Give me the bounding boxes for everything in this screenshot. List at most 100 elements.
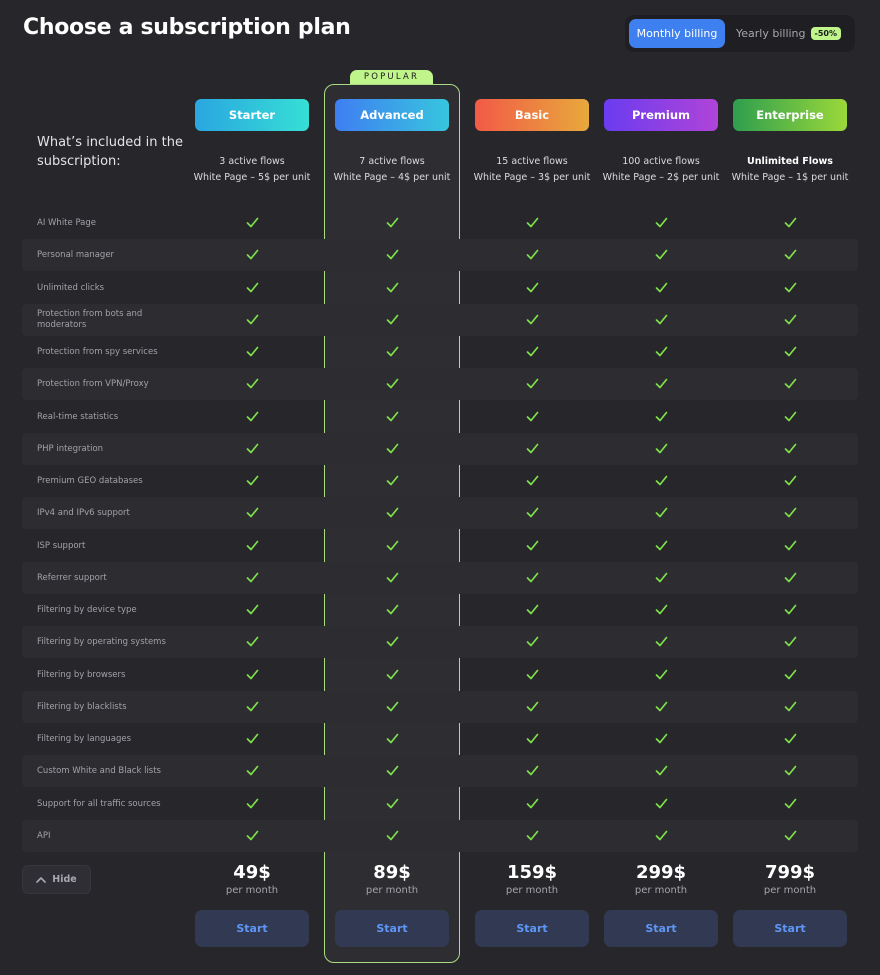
check-icon <box>655 733 668 744</box>
start-button-starter[interactable]: Start <box>195 910 309 947</box>
price-amount: 299$ <box>635 862 687 883</box>
check-icon <box>246 507 259 518</box>
check-icon <box>655 604 668 615</box>
feature-label: API <box>37 830 51 841</box>
feature-row: Premium GEO databases <box>22 465 858 497</box>
feature-label: Filtering by device type <box>37 604 137 615</box>
feature-label: Real-time statistics <box>37 411 119 422</box>
included-heading: What’s included in the subscription: <box>37 135 183 169</box>
feature-label: Filtering by browsers <box>37 669 126 680</box>
check-icon <box>784 604 797 615</box>
feature-row: Support for all traffic sources <box>22 788 858 820</box>
hide-button[interactable]: Hide <box>22 865 91 894</box>
feature-row: Protection from bots and moderators <box>22 304 858 336</box>
price-amount: 799$ <box>764 862 816 883</box>
check-icon <box>246 540 259 551</box>
feature-row: Unlimited clicks <box>22 272 858 304</box>
plan-white-page-price: White Page – 5$ per unit <box>193 172 311 183</box>
popular-badge: POPULAR <box>350 70 433 84</box>
check-icon <box>784 830 797 841</box>
plan-white-page-price: White Page – 1$ per unit <box>731 172 849 183</box>
feature-label: Support for all traffic sources <box>37 798 161 809</box>
feature-label: Filtering by languages <box>37 733 132 744</box>
plan-header-advanced: Advanced <box>335 99 449 131</box>
plan-header-basic: Basic <box>475 99 589 131</box>
feature-label: Filtering by operating systems <box>37 636 166 647</box>
check-icon <box>784 765 797 776</box>
plan-header-starter: Starter <box>195 99 309 131</box>
check-icon <box>526 701 539 712</box>
check-icon <box>246 346 259 357</box>
check-icon <box>526 314 539 325</box>
price-period: per month <box>634 885 688 896</box>
check-icon <box>526 378 539 389</box>
check-icon <box>784 733 797 744</box>
check-icon <box>386 249 399 260</box>
feature-label: AI White Page <box>37 217 97 228</box>
check-icon <box>246 572 259 583</box>
check-icon <box>526 217 539 228</box>
feature-label: Premium GEO databases <box>37 475 143 486</box>
plan-white-page-price: White Page – 2$ per unit <box>602 172 720 183</box>
check-icon <box>655 669 668 680</box>
check-icon <box>246 765 259 776</box>
check-icon <box>246 733 259 744</box>
check-icon <box>246 411 259 422</box>
feature-row: API <box>22 820 858 852</box>
check-icon <box>246 701 259 712</box>
plan-flows: Unlimited Flows <box>747 156 833 167</box>
check-icon <box>526 475 539 486</box>
check-icon <box>784 507 797 518</box>
plan-white-page-price: White Page – 4$ per unit <box>333 172 451 183</box>
check-icon <box>655 217 668 228</box>
feature-label: Protection from bots and moderators <box>37 309 143 330</box>
feature-label: Filtering by blacklists <box>37 701 127 712</box>
start-button-premium[interactable]: Start <box>604 910 718 947</box>
start-button-basic[interactable]: Start <box>475 910 589 947</box>
check-icon <box>386 378 399 389</box>
plan-description: Unlimited Flows White Page – 1$ per unit <box>720 154 860 186</box>
monthly-billing-button[interactable]: Monthly billing <box>629 19 725 48</box>
check-icon <box>784 798 797 809</box>
check-icon <box>784 636 797 647</box>
check-icon <box>386 475 399 486</box>
plan-flows: 3 active flows <box>219 156 285 167</box>
check-icon <box>526 411 539 422</box>
check-icon <box>246 217 259 228</box>
feature-row: Filtering by languages <box>22 723 858 755</box>
check-icon <box>246 314 259 325</box>
price-period: per month <box>365 885 419 896</box>
plan-price: 299$ per month <box>591 862 731 898</box>
check-icon <box>784 572 797 583</box>
feature-row: Protection from spy services <box>22 336 858 368</box>
plan-flows: 7 active flows <box>359 156 425 167</box>
check-icon <box>784 475 797 486</box>
check-icon <box>386 314 399 325</box>
check-icon <box>526 282 539 293</box>
price-amount: 89$ <box>373 862 411 883</box>
check-icon <box>526 733 539 744</box>
check-icon <box>386 669 399 680</box>
price-amount: 49$ <box>233 862 271 883</box>
check-icon <box>246 282 259 293</box>
check-icon <box>246 830 259 841</box>
price-period: per month <box>763 885 817 896</box>
check-icon <box>246 636 259 647</box>
check-icon <box>784 249 797 260</box>
feature-row: Filtering by operating systems <box>22 626 858 658</box>
yearly-billing-button[interactable]: Yearly billing -50% <box>736 19 841 48</box>
plan-header-enterprise: Enterprise <box>733 99 847 131</box>
plan-description: 3 active flows White Page – 5$ per unit <box>182 154 322 186</box>
check-icon <box>386 443 399 454</box>
check-icon <box>526 249 539 260</box>
start-button-advanced[interactable]: Start <box>335 910 449 947</box>
check-icon <box>386 636 399 647</box>
check-icon <box>386 798 399 809</box>
feature-row: Custom White and Black lists <box>22 755 858 787</box>
check-icon <box>655 701 668 712</box>
start-button-enterprise[interactable]: Start <box>733 910 847 947</box>
feature-row: Referrer support <box>22 562 858 594</box>
check-icon <box>526 830 539 841</box>
price-amount: 159$ <box>506 862 558 883</box>
hide-label: Hide <box>52 874 77 885</box>
